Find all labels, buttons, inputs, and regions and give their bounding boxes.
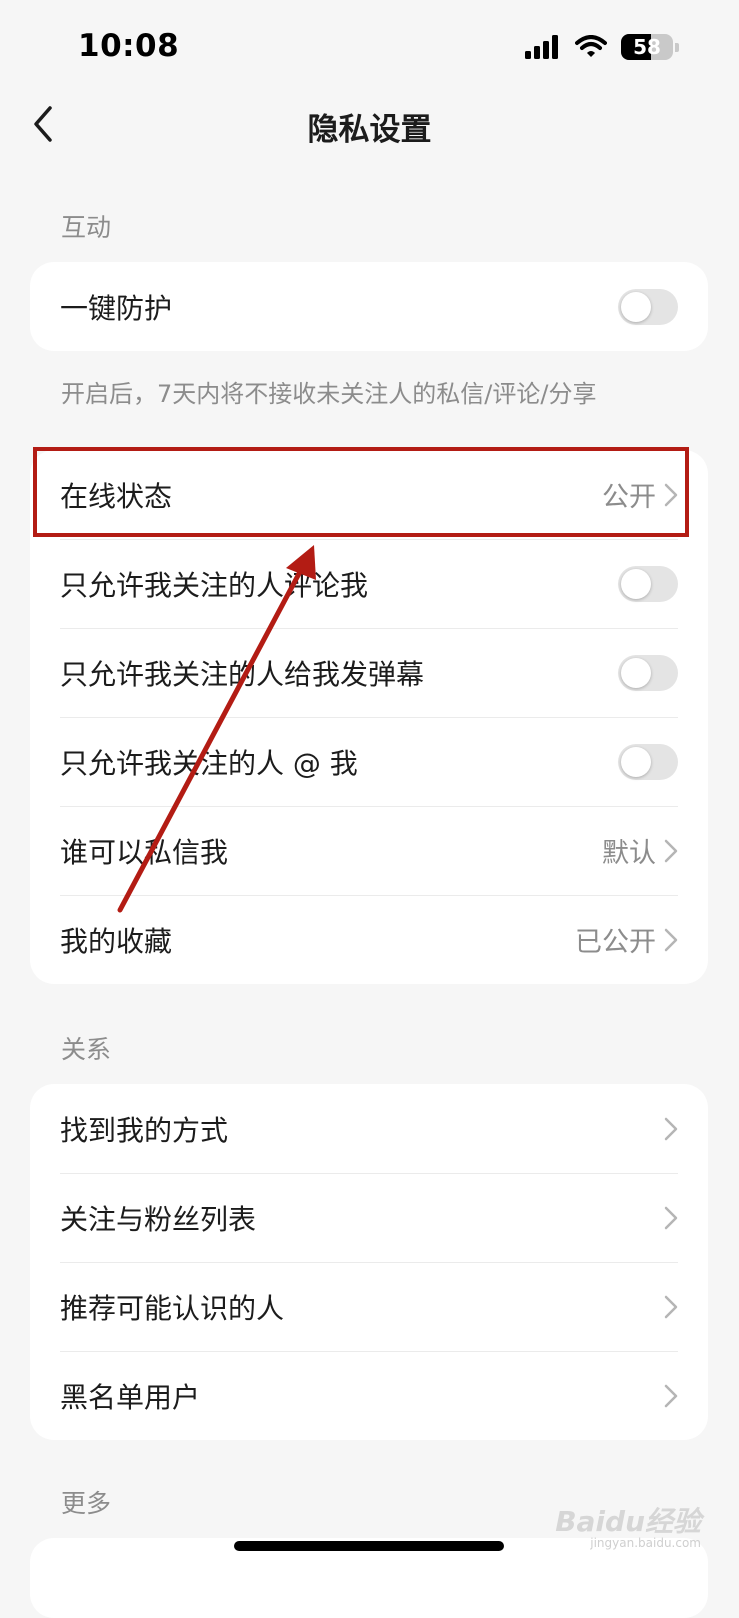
chevron-right-icon (664, 928, 678, 951)
row-label: 只允许我关注的人评论我 (60, 568, 369, 602)
status-icons: 58 (525, 34, 679, 60)
row-recommend-people[interactable]: 推荐可能认识的人 (30, 1262, 708, 1351)
row-label: 我的收藏 (60, 924, 173, 958)
protect-hint: 开启后，7天内将不接收未关注人的私信/评论/分享 (61, 380, 597, 408)
row-comment-only-follow[interactable]: 只允许我关注的人评论我 (30, 539, 708, 628)
chevron-right-icon (664, 1117, 678, 1140)
row-online-status[interactable]: 在线状态 公开 (30, 450, 708, 539)
battery-tip (675, 42, 679, 52)
home-indicator (234, 1541, 504, 1551)
row-find-me[interactable]: 找到我的方式 (30, 1084, 708, 1173)
online-status-value: 公开 (602, 482, 656, 513)
watermark-logo: Baidu经验 (555, 1505, 701, 1538)
toggle-knob (621, 657, 651, 688)
row-one-click-protect[interactable]: 一键防护 (30, 262, 708, 351)
row-danmaku-only-follow[interactable]: 只允许我关注的人给我发弹幕 (30, 628, 708, 717)
battery-icon: 58 (621, 34, 673, 60)
mention-only-follow-toggle[interactable] (618, 743, 678, 780)
row-label: 找到我的方式 (60, 1113, 229, 1147)
row-follow-fans-list[interactable]: 关注与粉丝列表 (30, 1173, 708, 1262)
toggle-knob (621, 291, 651, 322)
card-relations: 找到我的方式 关注与粉丝列表 推荐可能认识的人 黑名单用户 (30, 1084, 708, 1440)
who-can-dm-value: 默认 (602, 838, 656, 869)
row-label: 只允许我关注的人 @ 我 (60, 746, 358, 780)
row-label: 关注与粉丝列表 (60, 1202, 257, 1236)
navigation-bar: 隐私设置 (0, 96, 739, 152)
section-label-more: 更多 (61, 1489, 112, 1518)
section-label-relations: 关系 (61, 1035, 112, 1064)
chevron-right-icon (664, 1295, 678, 1318)
chevron-right-icon (664, 1384, 678, 1407)
chevron-right-icon (664, 839, 678, 862)
chevron-right-icon (664, 1206, 678, 1229)
toggle-knob (621, 746, 651, 777)
battery-level: 58 (633, 35, 661, 59)
row-blacklist[interactable]: 黑名单用户 (30, 1351, 708, 1440)
row-label: 谁可以私信我 (60, 835, 229, 869)
card-privacy: 在线状态 公开 只允许我关注的人评论我 只允许我关注的人给我发弹幕 只允许我关注… (30, 450, 708, 984)
watermark-sub: jingyan.baidu.com (590, 1536, 701, 1550)
row-label: 黑名单用户 (60, 1380, 201, 1414)
chevron-right-icon (664, 483, 678, 506)
row-favorites[interactable]: 我的收藏 已公开 (30, 895, 708, 984)
page-title: 隐私设置 (307, 112, 432, 148)
wifi-icon (575, 35, 607, 57)
toggle-knob (621, 568, 651, 599)
card-interaction: 一键防护 (30, 262, 708, 351)
cellular-signal-icon (525, 35, 558, 59)
row-label: 只允许我关注的人给我发弹幕 (60, 657, 425, 691)
row-mention-only-follow[interactable]: 只允许我关注的人 @ 我 (30, 717, 708, 806)
status-time: 10:08 (78, 28, 180, 64)
favorites-value: 已公开 (575, 927, 656, 958)
comment-only-follow-toggle[interactable] (618, 565, 678, 602)
section-label-interaction: 互动 (61, 213, 112, 242)
row-label: 推荐可能认识的人 (60, 1291, 285, 1325)
one-click-protect-toggle[interactable] (618, 288, 678, 325)
status-bar: 10:08 58 (0, 0, 739, 96)
row-label: 一键防护 (60, 291, 173, 325)
row-label: 在线状态 (60, 479, 173, 513)
danmaku-only-follow-toggle[interactable] (618, 654, 678, 691)
row-who-can-dm[interactable]: 谁可以私信我 默认 (30, 806, 708, 895)
